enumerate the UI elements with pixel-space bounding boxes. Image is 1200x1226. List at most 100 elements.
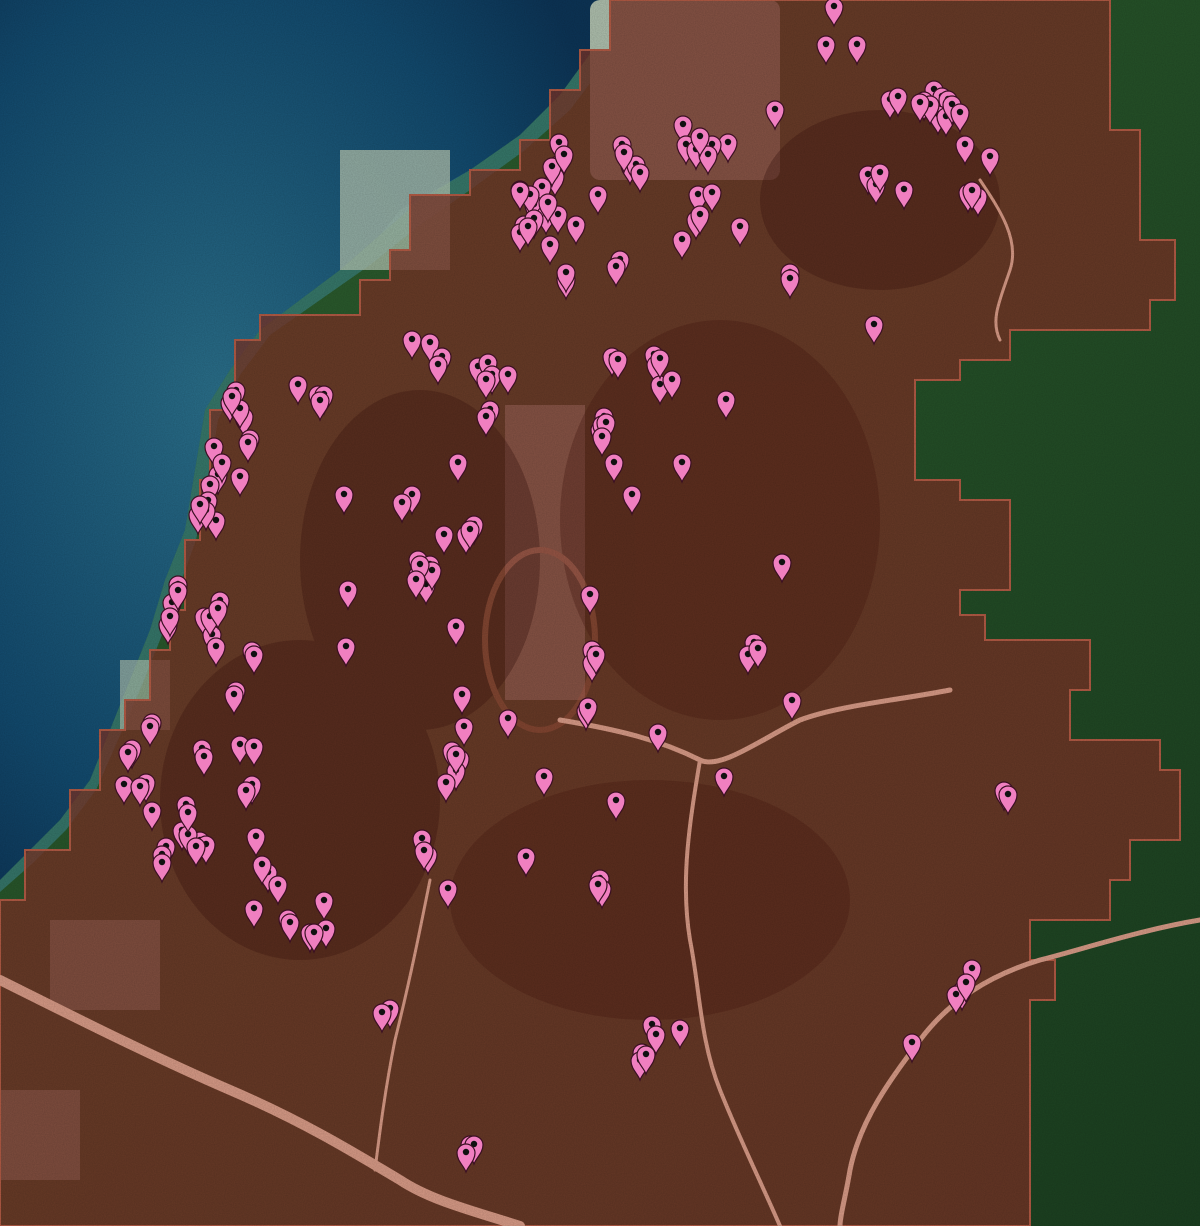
map-pin-dot: [540, 772, 548, 780]
map-pin-dot: [612, 262, 620, 270]
map-pin-dot: [786, 274, 794, 282]
map-pin-dot: [206, 480, 214, 488]
map-pin-dot: [124, 748, 132, 756]
map-pin-dot: [236, 472, 244, 480]
map-pin-dot: [200, 752, 208, 760]
map-pin-dot: [274, 880, 282, 888]
map-pin-dot: [654, 728, 662, 736]
map-pin-dot: [466, 525, 474, 533]
map-pin-dot: [408, 335, 416, 343]
map-pin-dot: [192, 842, 200, 850]
map-pin-dot: [894, 92, 902, 100]
map-pin-dot: [416, 560, 424, 568]
map-pin-dot: [444, 884, 452, 892]
map-pin-dot: [320, 896, 328, 904]
map-pin-dot: [236, 740, 244, 748]
map-pin-dot: [642, 1050, 650, 1058]
map-pin-dot: [704, 150, 712, 158]
map-pin-dot: [214, 604, 222, 612]
map-pin-dot: [636, 168, 644, 176]
map-pin-dot: [560, 150, 568, 158]
map-pin-dot: [870, 320, 878, 328]
map-pin-dot: [956, 108, 964, 116]
map-pin-dot: [678, 458, 686, 466]
map-canvas[interactable]: [0, 0, 1200, 1226]
map-pin-dot: [1004, 790, 1012, 798]
map-pin-dot: [418, 834, 426, 842]
map-pin-dot: [460, 722, 468, 730]
map-pin-dot: [482, 375, 490, 383]
map-pin-dot: [250, 742, 258, 750]
map-pin-dot: [228, 392, 236, 400]
map-pin-dot: [452, 750, 460, 758]
map-viewport[interactable]: [0, 0, 1200, 1226]
map-pin-dot: [434, 360, 442, 368]
map-pin-dot: [656, 380, 664, 388]
map-pin-dot: [166, 612, 174, 620]
map-pin-dot: [196, 500, 204, 508]
map-pin-dot: [440, 530, 448, 538]
map-pin-dot: [864, 170, 872, 178]
map-pin-dot: [244, 438, 252, 446]
map-pin-dot: [484, 358, 492, 366]
map-pin-dot: [584, 702, 592, 710]
map-pin-dot: [454, 458, 462, 466]
map-pin-dot: [174, 586, 182, 594]
map-pin-dot: [294, 380, 302, 388]
map-pin-dot: [184, 808, 192, 816]
map-pin-dot: [610, 458, 618, 466]
map-pin-dot: [538, 182, 546, 190]
map-pin-dot: [562, 268, 570, 276]
map-pin-dot: [961, 140, 969, 148]
map-pin-dot: [516, 186, 524, 194]
map-pin-dot: [310, 928, 318, 936]
map-pin-dot: [412, 575, 420, 583]
map-pin-dot: [594, 190, 602, 198]
map-pin-dot: [524, 222, 532, 230]
map-pin-dot: [592, 650, 600, 658]
map-pin-dot: [830, 2, 838, 10]
map-pin-dot: [708, 188, 716, 196]
map-pin-dot: [900, 185, 908, 193]
map-pin-dot: [554, 210, 562, 218]
map-pin-dot: [694, 190, 702, 198]
map-pin-dot: [968, 964, 976, 972]
map-pin-dot: [544, 198, 552, 206]
map-pin-dot: [340, 490, 348, 498]
map-pin-dot: [426, 338, 434, 346]
map-pin-dot: [522, 852, 530, 860]
map-pin-dot: [986, 152, 994, 160]
map-pin-dot: [452, 622, 460, 630]
map-pin-dot: [344, 585, 352, 593]
map-pin-dot: [555, 138, 563, 146]
map-pin-dot: [398, 498, 406, 506]
map-pin-dot: [612, 796, 620, 804]
map-pin-dot: [614, 355, 622, 363]
map-pin-dot: [968, 186, 976, 194]
map-pin-dot: [458, 690, 466, 698]
map-pin-dot: [212, 642, 220, 650]
map-pin-dot: [724, 138, 732, 146]
map-pin-dot: [572, 220, 580, 228]
map-pin-dot: [678, 235, 686, 243]
map-pin-dot: [250, 904, 258, 912]
map-pin-dot: [754, 644, 762, 652]
map-pin-dot: [652, 1030, 660, 1038]
map-pin-dot: [696, 210, 704, 218]
map-pin-dot: [504, 714, 512, 722]
map-pin-dot: [286, 918, 294, 926]
map-pin-dot: [250, 650, 258, 658]
map-pin-dot: [778, 558, 786, 566]
map-pin-dot: [546, 240, 554, 248]
map-pin-dot: [252, 832, 260, 840]
map-pin-dot: [504, 370, 512, 378]
map-pin-dot: [258, 860, 266, 868]
map-pin-dot: [218, 458, 226, 466]
map-pin-dot: [602, 418, 610, 426]
map-pin-dot: [679, 120, 687, 128]
map-pin-dot: [788, 696, 796, 704]
map-pin-dot: [656, 354, 664, 362]
map-pin-dot: [316, 396, 324, 404]
map-pin-dot: [148, 806, 156, 814]
map-pin-dot: [916, 98, 924, 106]
